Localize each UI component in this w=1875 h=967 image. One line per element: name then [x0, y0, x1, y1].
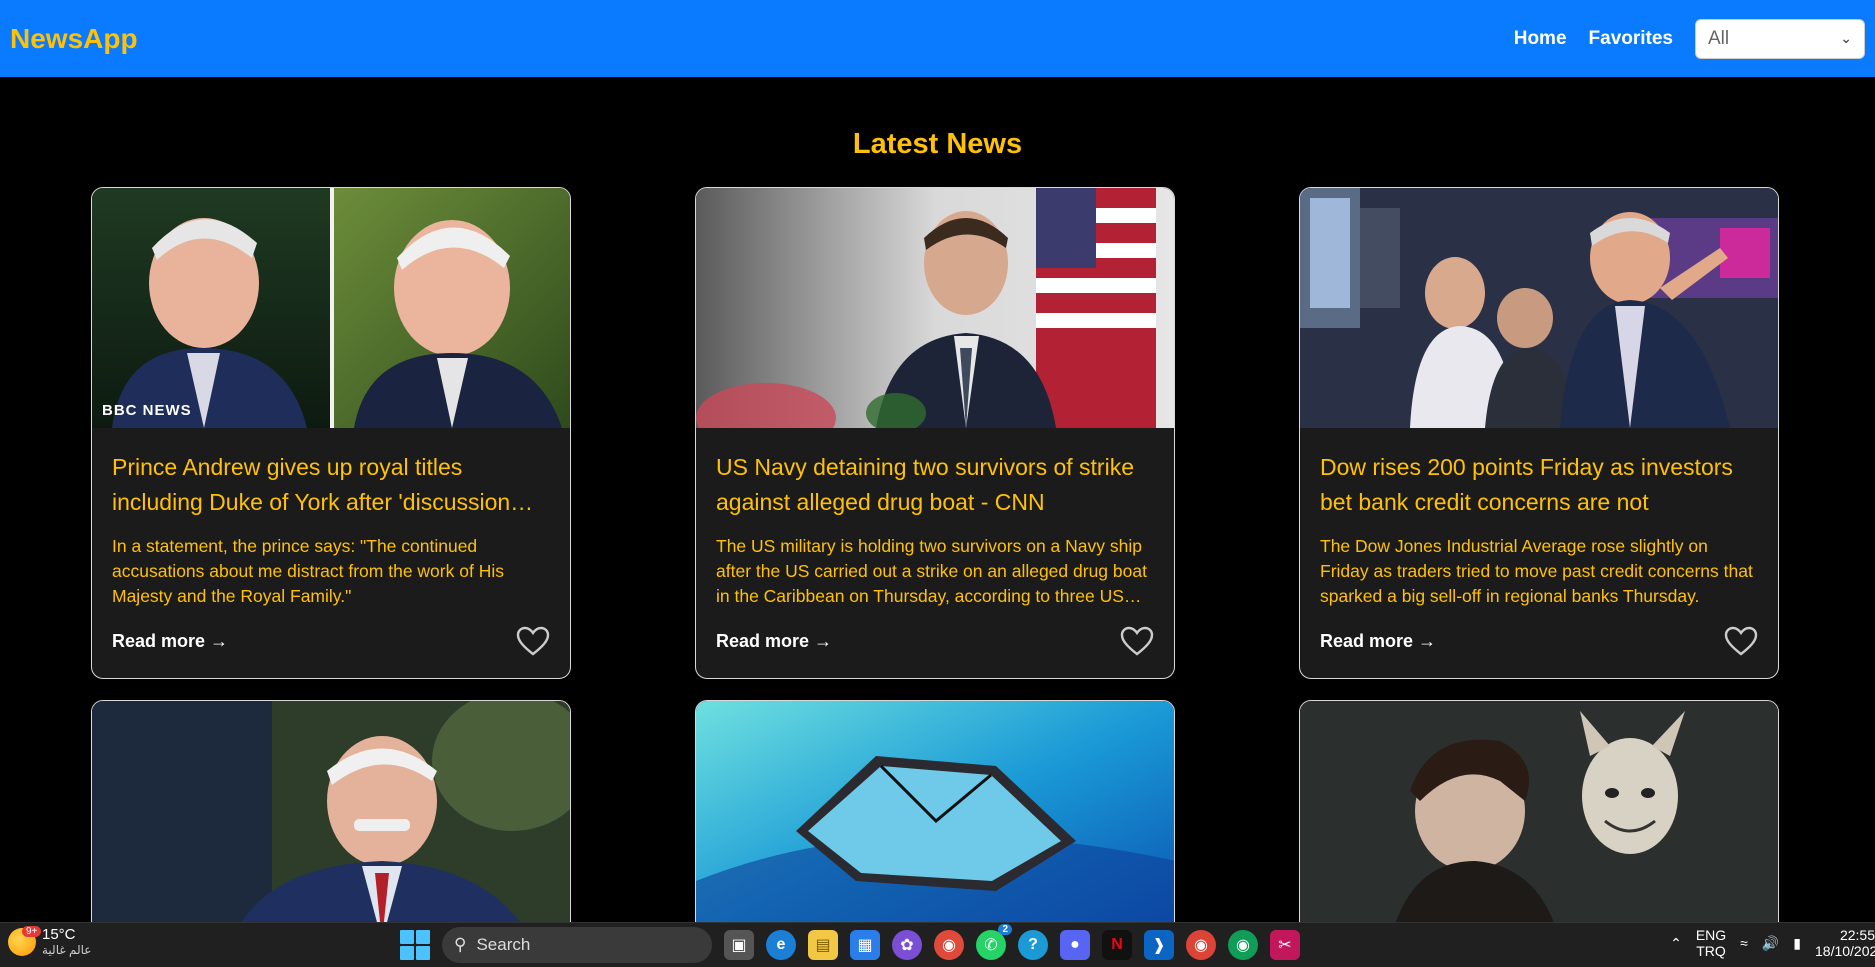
- nav-home-link[interactable]: Home: [1514, 28, 1567, 50]
- heart-icon[interactable]: [516, 626, 550, 656]
- chevron-up-icon[interactable]: ⌃: [1670, 935, 1682, 952]
- chevron-down-icon: ⌄: [1840, 30, 1852, 46]
- chrome-alt-icon[interactable]: ◉: [1228, 930, 1258, 960]
- nav-favorites-link[interactable]: Favorites: [1589, 28, 1673, 50]
- keyboard-layout: TRQ: [1696, 943, 1726, 959]
- volume-icon[interactable]: 🔊: [1762, 935, 1779, 952]
- weather-sun-icon: 9+: [8, 926, 42, 956]
- chrome-profile-icon[interactable]: ◉: [934, 930, 964, 960]
- navbar: NewsApp Home Favorites All ⌄: [0, 0, 1875, 77]
- language-code: ENG: [1695, 927, 1727, 943]
- weather-temperature: 15°C: [42, 926, 76, 943]
- vscode-icon[interactable]: ❱: [1144, 930, 1174, 960]
- heart-icon[interactable]: [1120, 626, 1154, 656]
- weather-location: عالم غالية: [42, 943, 92, 957]
- system-clock[interactable]: 22:55 18/10/2025: [1815, 927, 1875, 959]
- clock-time: 22:55: [1839, 927, 1875, 943]
- news-card-description: In a statement, the prince says: "The co…: [112, 536, 504, 606]
- file-explorer-icon[interactable]: ▤: [808, 930, 838, 960]
- weather-badge: 9+: [22, 926, 42, 937]
- search-icon: ⚲: [454, 935, 467, 954]
- photos-icon[interactable]: ✿: [892, 930, 922, 960]
- system-tray: ⌃ ENG TRQ ≈ 🔊 ▮ 22:55 18/10/2025: [1670, 927, 1875, 959]
- category-select[interactable]: All ⌄: [1695, 18, 1865, 59]
- news-card-image: [1300, 701, 1778, 939]
- edge-browser-icon[interactable]: e: [766, 930, 796, 960]
- snipping-tool-icon[interactable]: ✂: [1270, 930, 1300, 960]
- news-card-image: [1300, 188, 1778, 428]
- news-card-description: The US military is holding two survivors…: [716, 536, 1147, 606]
- nav-links: Home Favorites All ⌄: [1514, 18, 1865, 59]
- microsoft-store-icon[interactable]: ▦: [850, 930, 880, 960]
- brand-logo[interactable]: NewsApp: [10, 23, 138, 55]
- news-card-image: BBC NEWS: [92, 188, 570, 428]
- news-card-image: [696, 701, 1174, 939]
- read-more-link[interactable]: Read more →: [1320, 631, 1436, 652]
- discord-icon[interactable]: ●: [1060, 930, 1090, 960]
- weather-widget[interactable]: 9+ 15°C عالم غالية: [8, 926, 92, 957]
- news-grid: BBC NEWS Prince Andrew gives up royal ti…: [91, 187, 1779, 940]
- battery-icon[interactable]: ▮: [1793, 935, 1801, 952]
- bbc-news-watermark: BBC NEWS: [102, 402, 192, 419]
- clock-date: 18/10/2025: [1815, 943, 1875, 959]
- taskbar-apps: ⚲ Search ▣ e ▤ ▦ ✿ ◉ ✆ 2 ? ● N ❱ ◉ ◉ ✂: [400, 924, 1300, 963]
- news-card-image: [696, 188, 1174, 428]
- windows-start-icon[interactable]: [400, 930, 430, 960]
- whatsapp-icon[interactable]: ✆ 2: [976, 924, 1012, 960]
- page-title: Latest News: [852, 128, 1023, 160]
- wifi-icon[interactable]: ≈: [1740, 935, 1748, 951]
- news-card: [91, 700, 571, 940]
- news-card: [695, 700, 1175, 940]
- heart-icon[interactable]: [1724, 626, 1758, 656]
- news-card-title[interactable]: Dow rises 200 points Friday as investors…: [1320, 450, 1758, 520]
- read-more-link[interactable]: Read more →: [716, 631, 832, 652]
- read-more-link[interactable]: Read more →: [112, 631, 228, 652]
- taskbar-search-box[interactable]: ⚲ Search: [442, 927, 712, 963]
- category-select-value: All: [1708, 27, 1730, 49]
- news-card-title[interactable]: US Navy detaining two survivors of strik…: [716, 450, 1154, 520]
- news-card: Dow rises 200 points Friday as investors…: [1299, 187, 1779, 679]
- netflix-icon[interactable]: N: [1102, 930, 1132, 960]
- windows-taskbar: 9+ 15°C عالم غالية ⚲ Search ▣ e ▤ ▦ ✿ ◉ …: [0, 922, 1875, 967]
- news-card-title[interactable]: Prince Andrew gives up royal titles incl…: [112, 450, 550, 520]
- news-card: US Navy detaining two survivors of strik…: [695, 187, 1175, 679]
- language-indicator[interactable]: ENG TRQ: [1696, 927, 1726, 959]
- help-icon[interactable]: ?: [1018, 930, 1048, 960]
- news-card-description: The Dow Jones Industrial Average rose sl…: [1320, 536, 1753, 606]
- task-view-icon[interactable]: ▣: [724, 930, 754, 960]
- whatsapp-badge: 2: [998, 924, 1012, 935]
- news-card: [1299, 700, 1779, 940]
- news-card: BBC NEWS Prince Andrew gives up royal ti…: [91, 187, 571, 679]
- chrome-icon[interactable]: ◉: [1186, 930, 1216, 960]
- taskbar-search-placeholder: Search: [476, 935, 531, 954]
- news-card-image: [92, 701, 570, 939]
